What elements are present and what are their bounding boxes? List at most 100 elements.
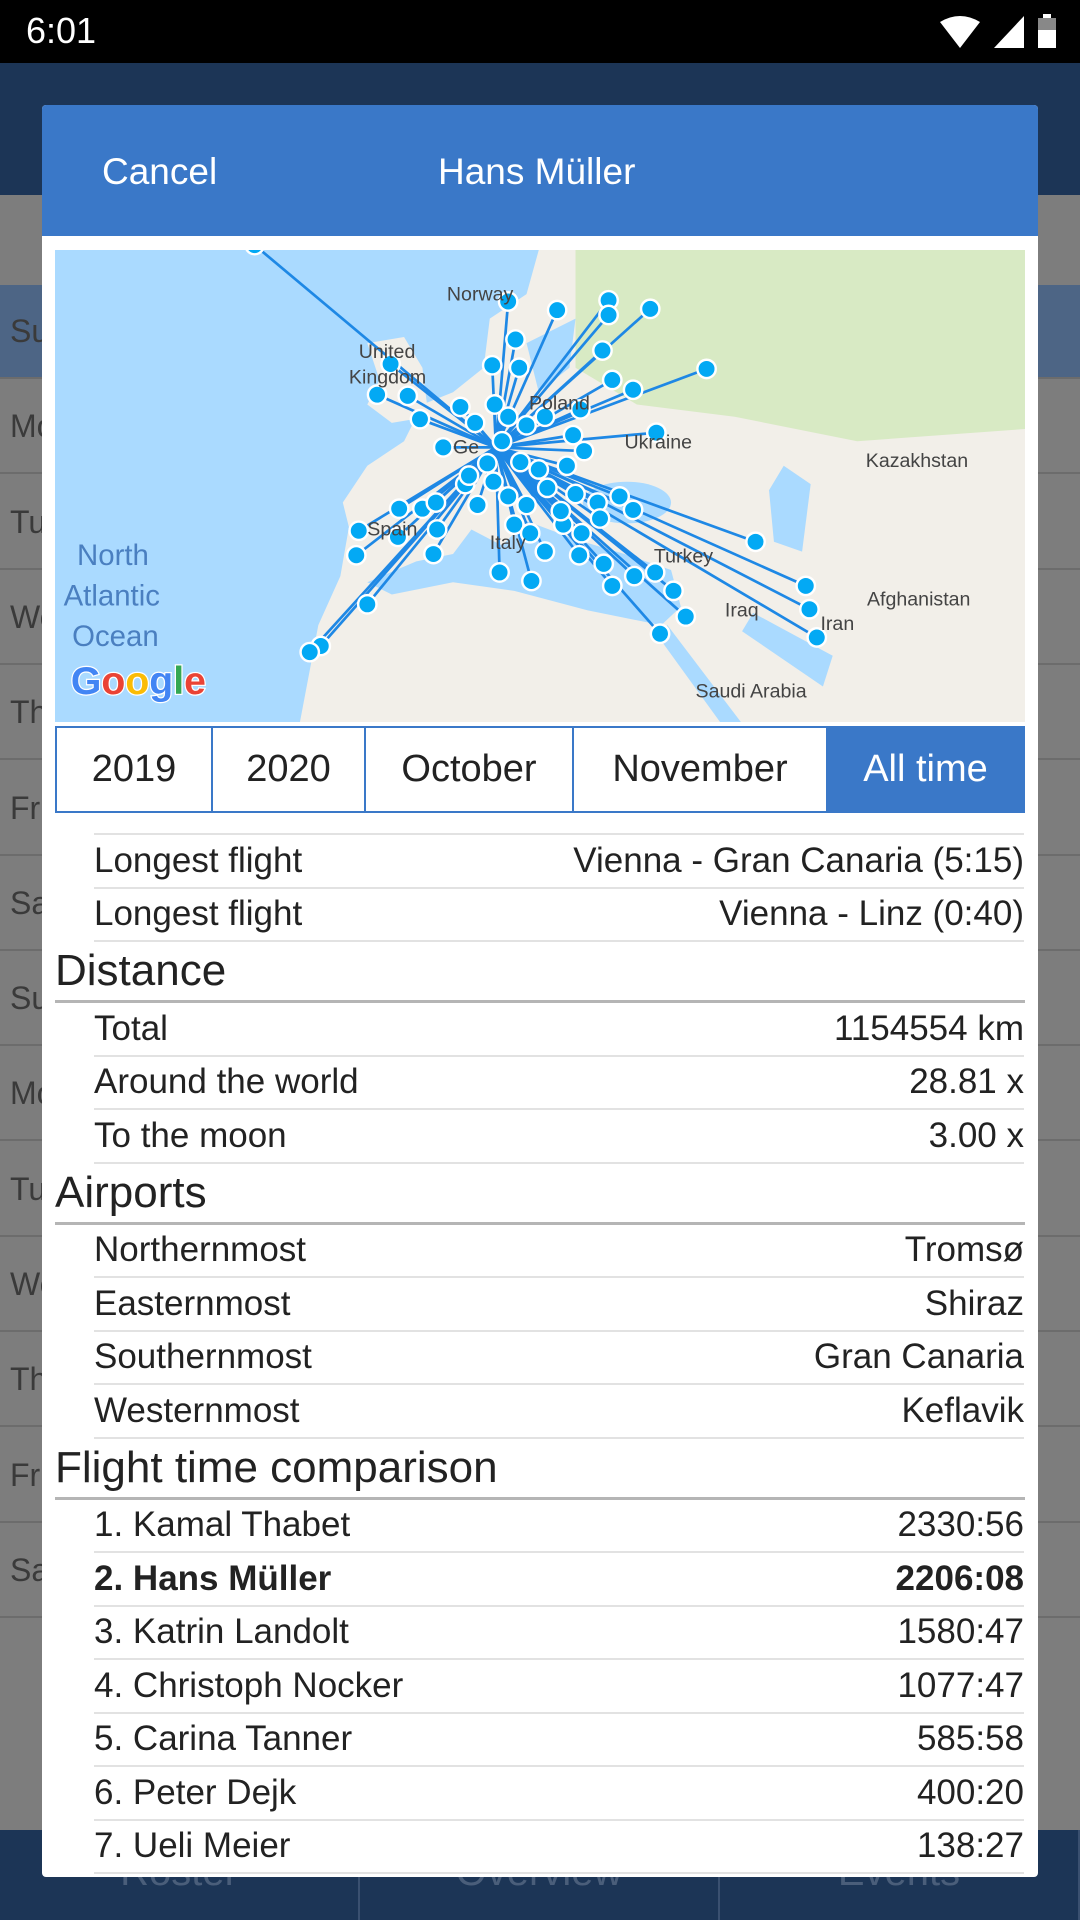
stat-value: 138:27 xyxy=(916,1826,1024,1866)
airport-marker[interactable] xyxy=(299,641,321,663)
period-2020[interactable]: 2020 xyxy=(213,728,366,811)
map-label-norway: Norway xyxy=(447,283,514,305)
stat-label: Around the world xyxy=(94,1062,359,1102)
airport-marker[interactable] xyxy=(556,455,578,477)
airport-marker[interactable] xyxy=(476,452,498,474)
airport-marker[interactable] xyxy=(483,471,504,493)
airport-marker[interactable] xyxy=(622,379,644,401)
airport-marker[interactable] xyxy=(356,593,378,615)
cancel-button[interactable]: Cancel xyxy=(102,151,217,193)
airport-marker[interactable] xyxy=(799,598,820,620)
statistics-content: Longest flight Vienna - Gran Canaria (5:1… xyxy=(42,833,1038,1874)
airport-marker[interactable] xyxy=(601,575,623,597)
stat-value: 1580:47 xyxy=(897,1612,1024,1652)
period-selector: 2019 2020 October November All time xyxy=(55,726,1025,813)
airport-marker[interactable] xyxy=(649,623,671,645)
period-all-time[interactable]: All time xyxy=(828,728,1023,811)
airport-marker[interactable] xyxy=(432,436,454,458)
map-label-ocean: North xyxy=(77,539,149,572)
airport-marker[interactable] xyxy=(467,494,488,516)
airport-marker[interactable] xyxy=(598,304,619,326)
day-label: Fr xyxy=(10,1456,41,1493)
airport-marker[interactable] xyxy=(481,354,503,376)
airport-marker[interactable] xyxy=(521,570,542,592)
airport-marker[interactable] xyxy=(516,494,537,516)
airport-marker[interactable] xyxy=(623,565,645,587)
stat-value: Vienna - Linz (0:40) xyxy=(719,894,1024,934)
stat-row: Longest flight Vienna - Linz (0:40) xyxy=(94,889,1024,942)
stat-row: Southernmost Gran Canaria xyxy=(94,1332,1024,1385)
stat-label: 5. Carina Tanner xyxy=(94,1719,353,1759)
airport-marker[interactable] xyxy=(388,498,410,520)
airport-marker[interactable] xyxy=(425,492,447,513)
airport-marker[interactable] xyxy=(497,486,519,507)
stat-row: 6. Peter Dejk 400:20 xyxy=(94,1767,1024,1821)
airport-marker[interactable] xyxy=(509,451,531,473)
map-label-iran: Iran xyxy=(820,613,854,635)
comparison-section-title: Flight time comparison xyxy=(55,1439,1025,1500)
period-november[interactable]: November xyxy=(574,728,828,811)
airport-marker[interactable] xyxy=(516,414,537,436)
airport-marker[interactable] xyxy=(426,519,448,540)
airport-marker[interactable] xyxy=(589,508,611,529)
airport-marker[interactable] xyxy=(458,465,480,486)
airport-marker[interactable] xyxy=(528,459,550,480)
stat-value: Vienna - Gran Canaria (5:15) xyxy=(573,840,1024,880)
stat-label: 4. Christoph Nocker xyxy=(94,1665,404,1705)
airport-marker[interactable] xyxy=(696,358,717,380)
airport-marker[interactable] xyxy=(508,357,530,379)
map-label-spain: Spain xyxy=(367,519,417,541)
airport-marker[interactable] xyxy=(464,412,486,434)
map-label-saudi-arabia: Saudi Arabia xyxy=(696,680,807,702)
airport-marker[interactable] xyxy=(593,553,615,575)
airport-marker[interactable] xyxy=(745,531,766,553)
airport-marker[interactable] xyxy=(397,385,419,407)
airport-marker[interactable] xyxy=(497,406,519,428)
stat-label: Westernmost xyxy=(94,1390,300,1430)
stat-value: 2330:56 xyxy=(897,1505,1024,1545)
airport-marker[interactable] xyxy=(409,408,431,430)
airport-marker[interactable] xyxy=(573,440,595,462)
airport-marker[interactable] xyxy=(601,369,623,391)
stat-row: Easternmost Shiraz xyxy=(94,1278,1024,1332)
airport-marker[interactable] xyxy=(639,298,661,320)
airport-marker[interactable] xyxy=(663,580,684,602)
airport-marker[interactable] xyxy=(536,477,558,499)
stat-label: Longest flight xyxy=(94,840,303,880)
stat-value: Shiraz xyxy=(924,1283,1024,1323)
map-label-iraq: Iraq xyxy=(725,600,759,622)
airport-marker[interactable] xyxy=(348,520,370,542)
airport-marker[interactable] xyxy=(550,500,572,522)
period-2019[interactable]: 2019 xyxy=(57,728,213,811)
airport-marker[interactable] xyxy=(491,430,513,452)
map-label-italy: Italy xyxy=(490,532,526,554)
airport-marker[interactable] xyxy=(562,424,584,446)
period-october[interactable]: October xyxy=(366,728,574,811)
svg-text:Google: Google xyxy=(71,660,206,703)
stat-value: 585:58 xyxy=(916,1719,1024,1759)
airport-marker[interactable] xyxy=(622,499,644,521)
airport-marker[interactable] xyxy=(592,340,613,361)
dialog-title: Hans Müller xyxy=(438,151,636,192)
stat-label: To the moon xyxy=(94,1115,287,1155)
day-label: Tu xyxy=(10,503,47,540)
battery-icon xyxy=(1038,14,1056,48)
airport-marker[interactable] xyxy=(345,544,367,566)
airport-marker[interactable] xyxy=(505,329,526,350)
airport-marker[interactable] xyxy=(449,396,471,418)
stat-value: 1154554 km xyxy=(833,1008,1024,1048)
stat-label: 2. Hans Müller xyxy=(94,1558,332,1598)
airport-marker[interactable] xyxy=(675,606,697,627)
airport-marker[interactable] xyxy=(546,299,568,321)
airport-marker[interactable] xyxy=(795,575,817,597)
airport-marker[interactable] xyxy=(489,562,510,583)
day-label: Tu xyxy=(10,1170,47,1207)
airport-marker[interactable] xyxy=(571,522,593,544)
airport-marker[interactable] xyxy=(568,544,590,566)
flight-map[interactable]: Norway United Kingdom Poland Ukraine Kaz… xyxy=(55,250,1025,722)
airport-marker[interactable] xyxy=(534,541,556,563)
stat-value: Gran Canaria xyxy=(813,1337,1024,1377)
stat-value: Tromsø xyxy=(904,1230,1024,1270)
airport-marker[interactable] xyxy=(423,543,444,565)
airport-marker[interactable] xyxy=(565,483,586,505)
